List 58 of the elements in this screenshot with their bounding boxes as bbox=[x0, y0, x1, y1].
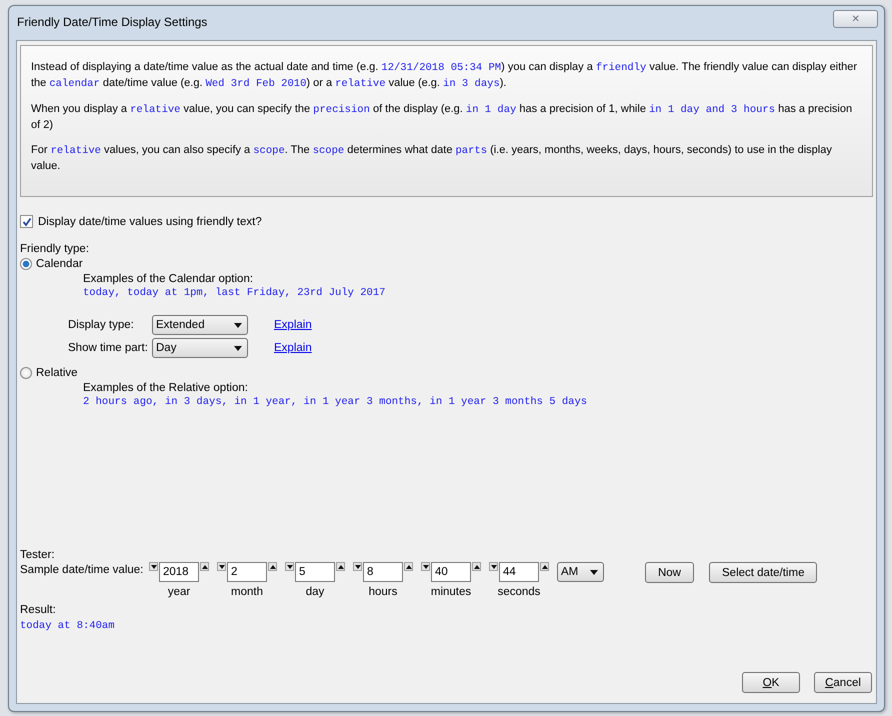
unit-label: year bbox=[168, 586, 190, 598]
decrement-button[interactable] bbox=[421, 562, 430, 571]
dialog-button[interactable]: Cancel bbox=[814, 672, 872, 693]
section-label: Friendly type: bbox=[20, 243, 90, 255]
explain-link[interactable]: Explain bbox=[274, 342, 312, 354]
number-field[interactable]: 2 bbox=[227, 562, 267, 582]
number-field[interactable]: 40 bbox=[431, 562, 471, 582]
unit-label: month bbox=[231, 586, 263, 598]
action-button[interactable]: Now bbox=[645, 562, 694, 583]
result-label: Result: bbox=[20, 604, 57, 616]
info-paragraph: For relative values, you can also specify a scope. The scope determines what date parts (i.e. years, months, weeks, days, hours, seconds) to use in the display value. bbox=[31, 143, 833, 174]
caret-icon bbox=[234, 346, 242, 350]
radio-button[interactable] bbox=[20, 258, 32, 270]
number-field[interactable]: 5 bbox=[295, 562, 335, 582]
section-label: Tester: bbox=[20, 549, 56, 561]
checkbox[interactable] bbox=[20, 215, 33, 228]
decrement-button[interactable] bbox=[353, 562, 362, 571]
number-field[interactable]: 44 bbox=[499, 562, 539, 582]
examples-text: today, today at 1pm, last Friday, 23rd July 2017 bbox=[83, 287, 386, 299]
ampm-dropdown[interactable]: AM bbox=[557, 562, 604, 582]
increment-button[interactable] bbox=[404, 562, 413, 571]
increment-button[interactable] bbox=[336, 562, 345, 571]
field-label: Sample date/time value: bbox=[20, 564, 144, 576]
examples-text: 2 hours ago, in 3 days, in 1 year, in 1 year 3 months, in 1 year 3 months 5 days bbox=[83, 396, 588, 408]
examples-label: Examples of the Calendar option: bbox=[83, 273, 254, 285]
dropdown[interactable]: Day bbox=[152, 338, 248, 358]
checkbox-label: Display date/time values using friendly text? bbox=[38, 216, 262, 228]
info-paragraph: When you display a relative value, you can specify the precision of the display (e.g. in 1 day has a precision of 1, while in 1 day and 3 hours has a precision of 2) bbox=[31, 102, 854, 133]
result-text: today at 8:40am bbox=[20, 620, 116, 632]
decrement-button[interactable] bbox=[489, 562, 498, 571]
decrement-button[interactable] bbox=[217, 562, 226, 571]
increment-button[interactable] bbox=[540, 562, 549, 571]
info-paragraph: Instead of displaying a date/time value as the actual date and time (e.g. 12/31/2018 05:34 PM) you can display a friendly value. The friendly value can display either the calendar date/time value (e.g. Wed 3rd Feb 2010) or a relative value (e.g. in 3 days). bbox=[31, 60, 858, 92]
increment-button[interactable] bbox=[268, 562, 277, 571]
number-field[interactable]: 2018 bbox=[159, 562, 199, 582]
radio-label: Relative bbox=[36, 367, 78, 379]
close-button[interactable]: ✕ bbox=[833, 10, 878, 28]
increment-button[interactable] bbox=[200, 562, 209, 571]
radio-label: Calendar bbox=[36, 258, 83, 270]
setting-label: Display type: bbox=[68, 319, 135, 331]
unit-label: seconds bbox=[498, 586, 540, 598]
unit-label: minutes bbox=[430, 586, 472, 598]
unit-label: day bbox=[306, 586, 324, 598]
increment-button[interactable] bbox=[472, 562, 481, 571]
number-field[interactable]: 8 bbox=[363, 562, 403, 582]
decrement-button[interactable] bbox=[285, 562, 294, 571]
explain-link[interactable]: Explain bbox=[274, 319, 312, 331]
dialog-button[interactable]: OK bbox=[742, 672, 800, 693]
action-button[interactable]: Select date/time bbox=[709, 562, 818, 583]
radio-button[interactable] bbox=[20, 367, 32, 379]
examples-label: Examples of the Relative option: bbox=[83, 382, 249, 394]
window-title: Friendly Date/Time Display Settings bbox=[17, 15, 208, 29]
caret-icon bbox=[590, 570, 598, 574]
caret-icon bbox=[234, 322, 242, 328]
setting-label: Show time part: bbox=[68, 342, 149, 354]
dropdown[interactable]: Extended bbox=[152, 315, 248, 335]
decrement-button[interactable] bbox=[149, 562, 158, 571]
unit-label: hours bbox=[368, 586, 398, 598]
